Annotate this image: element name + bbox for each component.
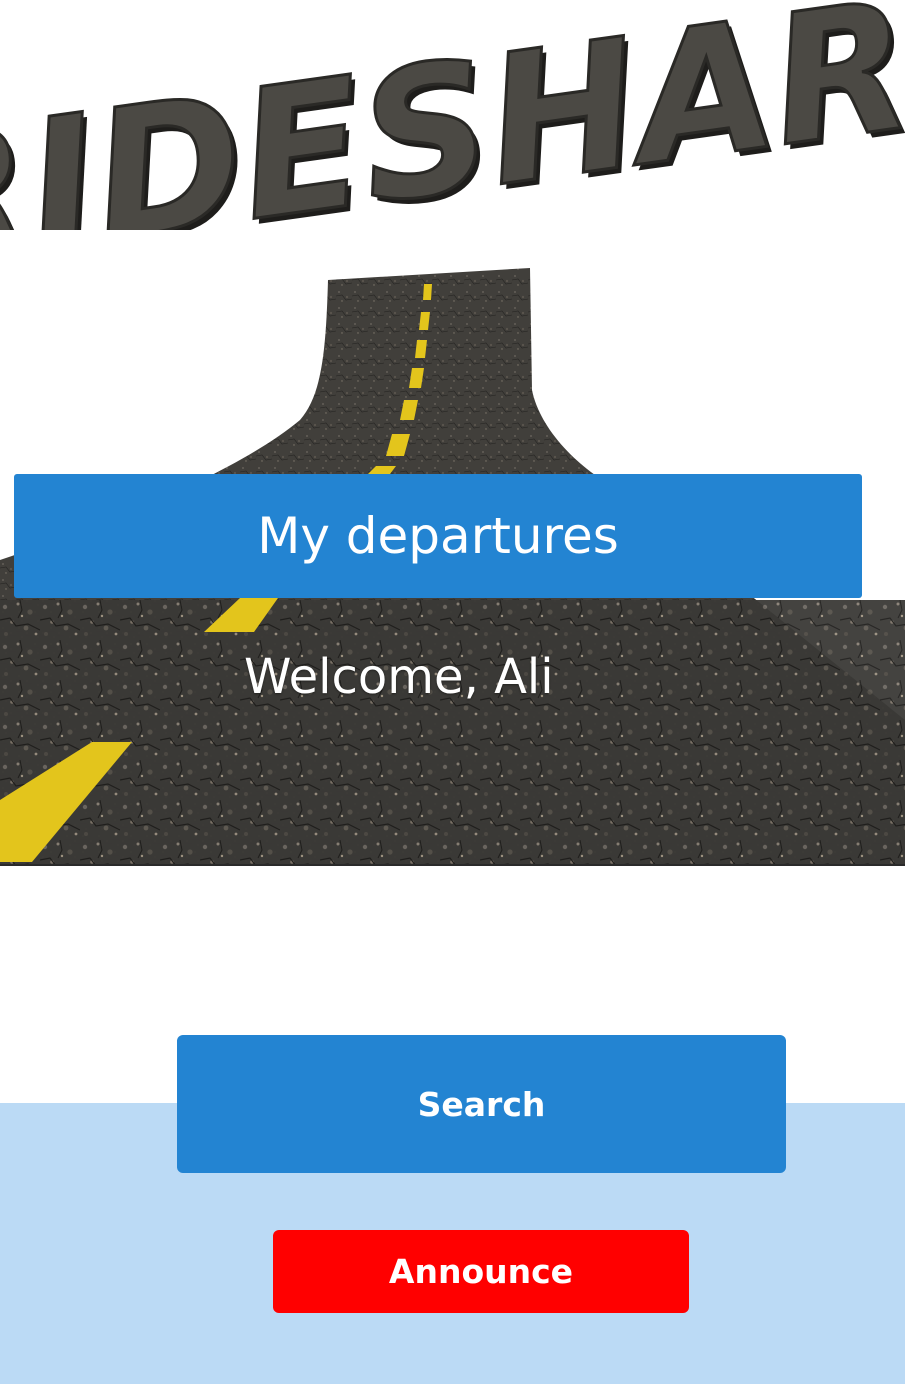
rideshare-logo-text: RIDESHARE <box>0 0 905 230</box>
rideshare-logo: RIDESHARE RIDESHARE <box>0 0 905 230</box>
hero-divider <box>0 864 905 866</box>
welcome-message: Welcome, Ali <box>244 649 554 705</box>
announce-button[interactable]: Announce <box>273 1230 689 1313</box>
search-button[interactable]: Search <box>177 1035 786 1173</box>
hero-banner: RIDESHARE RIDESHARE <box>0 0 905 866</box>
my-departures-button[interactable]: My departures <box>14 474 862 598</box>
